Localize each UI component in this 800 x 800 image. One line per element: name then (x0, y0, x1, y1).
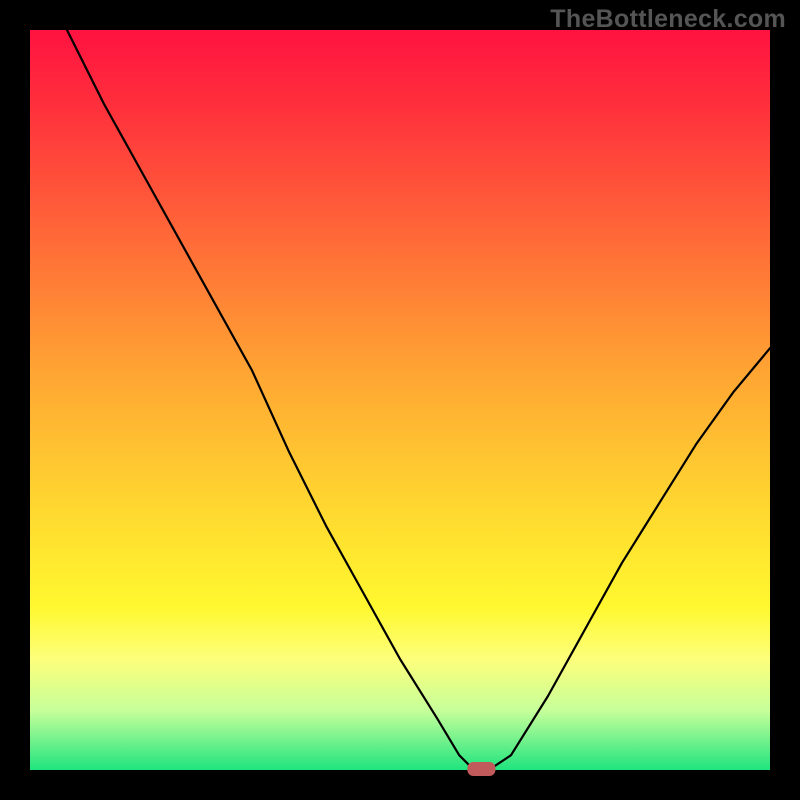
watermark-text: TheBottleneck.com (550, 5, 786, 34)
plot-area (30, 30, 770, 770)
chart-frame: TheBottleneck.com (0, 0, 800, 800)
bottleneck-curve (67, 30, 770, 770)
min-marker (467, 762, 495, 776)
plot-svg (30, 30, 770, 770)
